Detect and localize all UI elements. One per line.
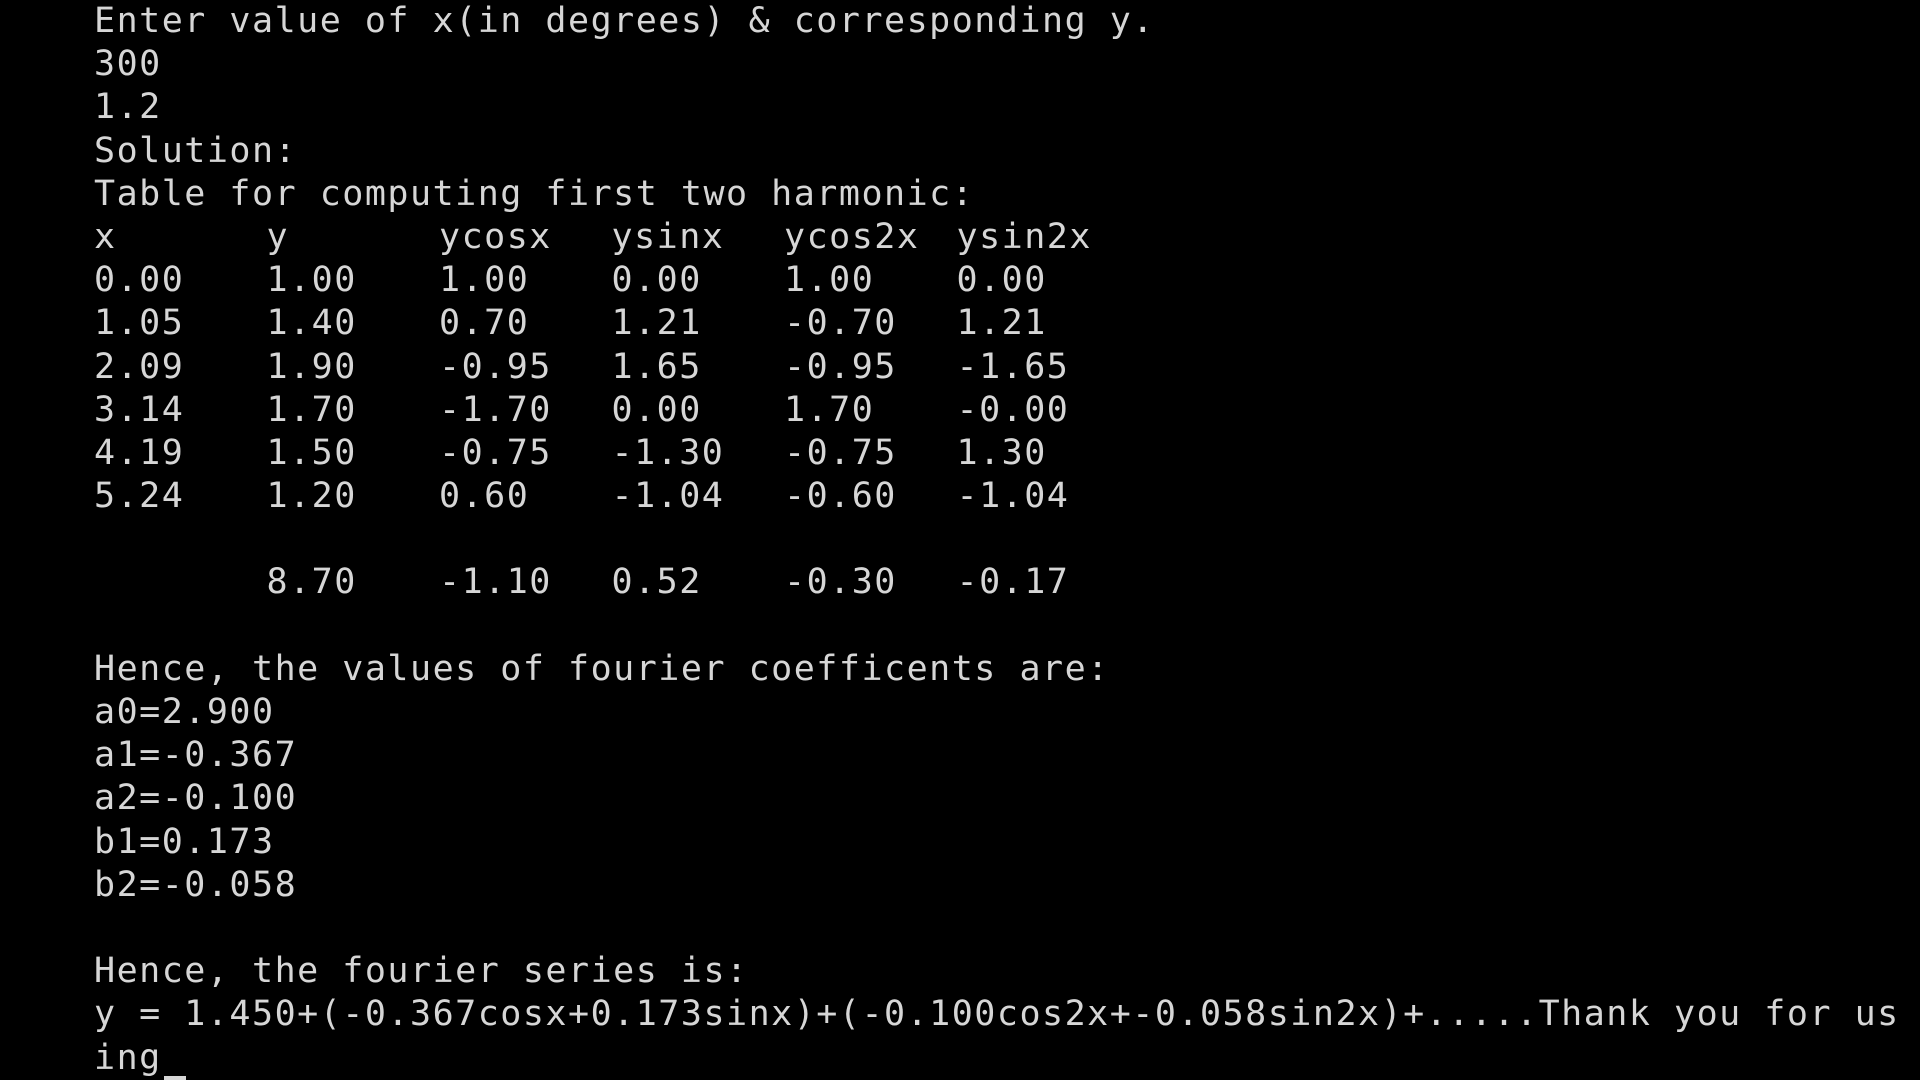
table-header-cell: y <box>266 216 290 257</box>
table-cell: 5.24 <box>94 476 185 517</box>
table-total-cell: 0.52 <box>611 562 702 603</box>
table-cell: 1.21 <box>956 303 1047 344</box>
series-line-continued: ing <box>94 1037 1894 1080</box>
table-cell: 0.00 <box>611 389 702 430</box>
table-row: 5.24 1.20 0.60 -1.04 -0.60 -1.04 <box>94 475 1894 518</box>
series-line: y = 1.450+(-0.367cosx+0.173sinx)+(-0.100… <box>94 994 1900 1035</box>
table-cell: -0.60 <box>784 476 897 517</box>
table-header-cell: ycos2x <box>784 216 920 257</box>
table-header-cell: x <box>94 216 117 257</box>
table-cell: 0.70 <box>439 303 530 344</box>
table-cell: -1.04 <box>611 476 725 517</box>
table-header-row: x y ycosx ysinx ycos2x ysin2x <box>94 216 1894 259</box>
table-cell: -1.30 <box>611 432 725 473</box>
table-cell: 1.21 <box>611 303 702 344</box>
table-cell: 4.19 <box>94 432 185 473</box>
table-cell: 1.40 <box>266 303 357 344</box>
table-title: Table for computing first two harmonic: <box>94 173 975 214</box>
table-header-cell: ycosx <box>439 216 552 257</box>
table-row: 4.19 1.50 -0.75 -1.30 -0.75 1.30 <box>94 432 1894 475</box>
table-row: 3.14 1.70 -1.70 0.00 1.70 -0.00 <box>94 389 1894 432</box>
table-cell: 0.00 <box>956 260 1047 301</box>
table-cell: -1.65 <box>956 346 1070 387</box>
table-row: 2.09 1.90 -0.95 1.65 -0.95 -1.65 <box>94 346 1894 389</box>
coefficient-line: b2=-0.058 <box>94 864 298 905</box>
table-cell: 0.00 <box>94 260 185 301</box>
input-x: 300 <box>94 44 162 85</box>
table-total-cell: 8.70 <box>266 562 357 603</box>
table-header-cell: ysin2x <box>956 216 1092 257</box>
table-cell: 1.00 <box>266 260 357 301</box>
table-cell: -1.04 <box>956 476 1070 517</box>
table-cell: 1.90 <box>266 346 357 387</box>
table-cell: -0.95 <box>784 346 897 387</box>
table-cell: 1.20 <box>266 476 357 517</box>
table-cell: -0.75 <box>784 432 897 473</box>
series-line-tail: ing <box>94 1037 162 1078</box>
table-header-cell: ysinx <box>611 216 725 257</box>
table-cell: 1.30 <box>956 432 1047 473</box>
terminal-output: Enter value of x(in degrees) & correspon… <box>94 0 1900 1080</box>
series-title: Hence, the fourier series is: <box>94 951 749 992</box>
table-cell: 1.00 <box>784 260 875 301</box>
table-cell: 1.70 <box>784 389 875 430</box>
table-cell: 1.70 <box>266 389 357 430</box>
coefficient-line: a0=2.900 <box>94 692 275 732</box>
table-cell: 3.14 <box>94 389 185 430</box>
table-cell: 1.50 <box>266 432 357 473</box>
coefficient-line: b1=0.173 <box>94 821 275 862</box>
table-cell: -0.75 <box>439 432 552 473</box>
table-cell: 1.05 <box>94 303 185 344</box>
table-row: 0.00 1.00 1.00 0.00 1.00 0.00 <box>94 259 1894 302</box>
input-y: 1.2 <box>94 87 162 128</box>
table-cell: 0.60 <box>439 476 530 517</box>
table-total-cell: -0.30 <box>784 562 897 603</box>
solution-label: Solution: <box>94 130 298 171</box>
coefficient-line: a1=-0.367 <box>94 735 298 776</box>
table-total-cell: -0.17 <box>956 562 1070 603</box>
table-total-cell: -1.10 <box>439 562 552 603</box>
terminal-screen: Enter value of x(in degrees) & correspon… <box>0 0 1920 1080</box>
coefficient-line: a2=-0.100 <box>94 778 298 819</box>
table-cell: -0.95 <box>439 346 552 387</box>
table-row: 1.05 1.40 0.70 1.21 -0.70 1.21 <box>94 302 1894 345</box>
table-totals-row: 8.70 -1.10 0.52 -0.30 -0.17 <box>94 561 1894 604</box>
table-total-cell <box>94 561 267 604</box>
table-cell: 0.00 <box>611 260 702 301</box>
table-cell: 2.09 <box>94 346 185 387</box>
table-cell: -0.70 <box>784 303 897 344</box>
table-cell: -1.70 <box>439 389 552 430</box>
coeff-title: Hence, the values of fourier coefficents… <box>94 648 1110 689</box>
table-cell: -0.00 <box>956 389 1070 430</box>
prompt-line: Enter value of x(in degrees) & correspon… <box>94 1 1155 41</box>
table-cell: 1.00 <box>439 260 530 301</box>
text-cursor <box>163 1042 186 1080</box>
table-cell: 1.65 <box>611 346 702 387</box>
